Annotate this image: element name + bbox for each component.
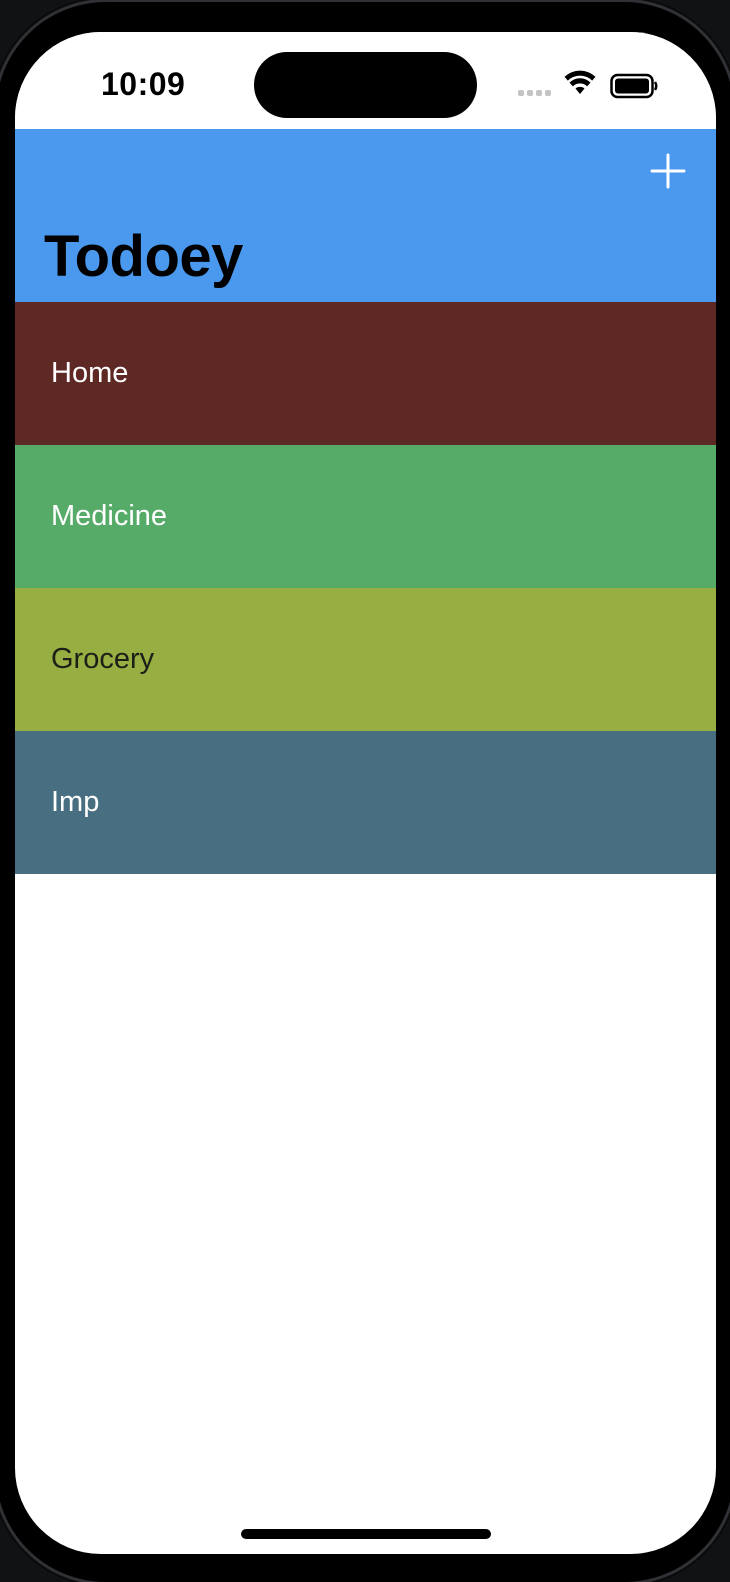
home-indicator[interactable] <box>241 1529 491 1539</box>
category-row-home[interactable]: Home <box>15 302 716 445</box>
status-bar: 10:09 <box>15 32 716 129</box>
add-category-button[interactable] <box>644 147 692 195</box>
category-label: Imp <box>51 786 100 818</box>
status-time: 10:09 <box>101 66 186 102</box>
category-label: Grocery <box>51 643 155 675</box>
device-frame: 10:09 Todoey Home Medicine Grocery Imp <box>0 0 730 1582</box>
category-row-grocery[interactable]: Grocery <box>15 588 716 731</box>
category-row-medicine[interactable]: Medicine <box>15 445 716 588</box>
wifi-icon <box>564 70 596 94</box>
dynamic-island <box>254 52 477 118</box>
cellular-signal-icon <box>518 90 551 96</box>
page-title: Todoey <box>44 224 243 289</box>
category-label: Home <box>51 357 129 389</box>
battery-icon <box>610 73 658 99</box>
plus-icon <box>650 153 686 189</box>
category-row-imp[interactable]: Imp <box>15 731 716 874</box>
category-label: Medicine <box>51 500 168 532</box>
category-list: Home Medicine Grocery Imp <box>15 302 716 874</box>
navigation-bar: Todoey <box>15 129 716 302</box>
app-screen: 10:09 Todoey Home Medicine Grocery Imp <box>15 32 716 1554</box>
